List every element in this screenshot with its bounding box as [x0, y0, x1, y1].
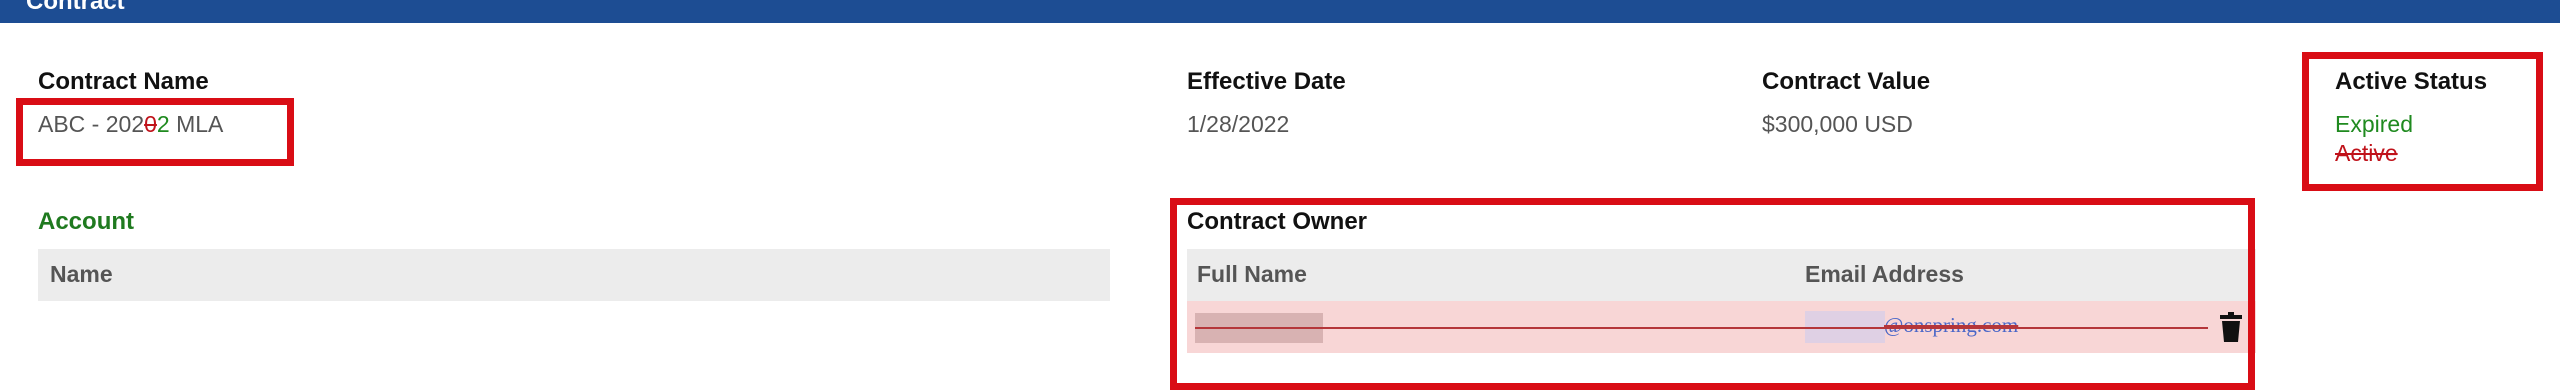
effective-date-label: Effective Date: [1187, 68, 1346, 95]
section-title: Contract: [26, 0, 125, 15]
effective-date-value: 1/28/2022: [1187, 111, 1290, 137]
annotation-box-contract-owner: [1170, 198, 2255, 390]
contract-value-label: Contract Value: [1762, 68, 1931, 95]
section-header-bar: Contract: [0, 0, 2560, 23]
account-col-name[interactable]: Name: [50, 261, 113, 288]
account-section-label: Account: [38, 208, 134, 235]
contract-value-value: $300,000 USD: [1762, 111, 1913, 137]
contract-name-label: Contract Name: [38, 68, 209, 95]
annotation-box-contract-name: [16, 98, 294, 166]
annotation-box-active-status: [2302, 52, 2543, 191]
account-table-header: Name: [38, 249, 1110, 301]
